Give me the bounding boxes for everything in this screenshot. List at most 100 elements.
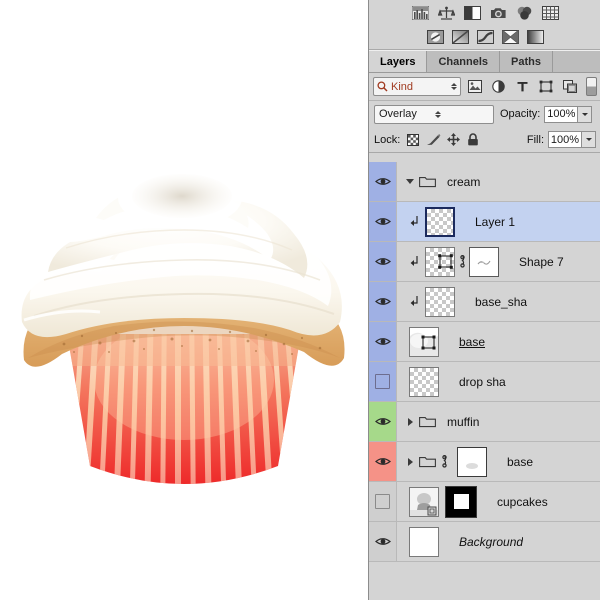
blend-mode-stepper[interactable] <box>435 111 489 118</box>
lock-position-icon[interactable] <box>444 132 462 148</box>
visibility-toggle-cupcakes[interactable] <box>369 482 397 521</box>
tab-channels[interactable]: Channels <box>427 51 500 72</box>
camera-snapshot-icon[interactable] <box>490 6 507 20</box>
layer-body-background[interactable]: Background <box>397 522 600 561</box>
fill-dropdown-arrow[interactable] <box>582 131 596 148</box>
layer-body-base-sha[interactable]: base_sha <box>397 282 600 321</box>
layer-thumbnail-cupcakes[interactable] <box>409 487 439 517</box>
lock-transparent-pixels-icon[interactable] <box>404 132 422 148</box>
grid-table-icon[interactable] <box>542 6 559 20</box>
layer-thumbnail-base-sha[interactable] <box>425 287 455 317</box>
blend-mode-select[interactable]: Overlay <box>374 105 494 124</box>
layer-mask-thumbnail-base-group[interactable] <box>457 447 487 477</box>
tab-paths[interactable]: Paths <box>500 51 553 72</box>
gradient-diagonal-icon[interactable] <box>452 30 469 44</box>
cupcake-illustration <box>4 130 364 490</box>
type-layer-icon[interactable] <box>512 77 532 97</box>
disclosure-triangle-cream[interactable] <box>403 179 417 184</box>
visibility-toggle-shape-7[interactable] <box>369 242 397 281</box>
layer-name-muffin[interactable]: muffin <box>447 415 479 429</box>
visibility-toggle-base-group[interactable] <box>369 442 397 481</box>
layer-body-drop-sha[interactable]: drop sha <box>397 362 600 401</box>
lock-label: Lock: <box>374 134 400 146</box>
layer-name-base-shape[interactable]: base <box>459 335 485 349</box>
eye-icon <box>375 336 391 347</box>
layer-thumbnail-shape-7[interactable] <box>425 247 455 277</box>
visibility-toggle-muffin[interactable] <box>369 402 397 441</box>
opacity-value[interactable]: 100% <box>544 106 578 123</box>
layer-thumbnail-background[interactable] <box>409 527 439 557</box>
layer-body-base-shape[interactable]: base <box>397 322 600 361</box>
disclosure-triangle-muffin[interactable] <box>403 418 417 426</box>
layer-name-cupcakes[interactable]: cupcakes <box>497 495 548 509</box>
layer-name-shape-7[interactable]: Shape 7 <box>519 255 564 269</box>
lock-all-icon[interactable] <box>464 132 482 148</box>
visibility-toggle-base-sha[interactable] <box>369 282 397 321</box>
layer-name-layer-1[interactable]: Layer 1 <box>475 215 515 229</box>
layer-mask-thumbnail-cupcakes[interactable] <box>445 486 477 518</box>
pixel-layer-icon[interactable] <box>465 77 485 97</box>
layer-body-shape-7[interactable]: Shape 7 <box>397 242 600 281</box>
layer-row-muffin[interactable]: muffin <box>369 402 600 442</box>
gradient-invert-icon[interactable] <box>427 30 444 44</box>
opacity-dropdown-arrow[interactable] <box>578 106 592 123</box>
layer-body-base-group[interactable]: base <box>397 442 600 481</box>
layer-thumbnail-drop-sha[interactable] <box>409 367 439 397</box>
vector-mask-preview <box>474 255 494 269</box>
eye-icon <box>375 296 391 307</box>
layer-row-drop-sha[interactable]: drop sha <box>369 362 600 402</box>
gradient-fade-icon[interactable] <box>527 30 544 44</box>
layer-row-shape-7[interactable]: Shape 7 <box>369 242 600 282</box>
layer-thumbnail-base-shape[interactable] <box>409 327 439 357</box>
layer-name-base-sha[interactable]: base_sha <box>475 295 527 309</box>
half-tone-icon[interactable] <box>464 6 481 20</box>
filter-kind-select[interactable]: Kind <box>373 77 461 96</box>
layer-name-base-group[interactable]: base <box>507 455 533 469</box>
visibility-toggle-base-shape[interactable] <box>369 322 397 361</box>
levels-balance-icon[interactable] <box>438 6 455 20</box>
blend-mode-row: Overlay Opacity: 100% <box>369 101 600 127</box>
eye-icon <box>375 456 391 467</box>
visibility-toggle-drop-sha[interactable] <box>369 362 397 401</box>
vector-shape-icon <box>437 253 454 270</box>
shape-layer-icon[interactable] <box>536 77 556 97</box>
layer-body-cupcakes[interactable]: cupcakes <box>397 482 600 521</box>
visibility-toggle-cream[interactable] <box>369 162 397 201</box>
visibility-toggle-layer-1[interactable] <box>369 202 397 241</box>
vector-mask-thumbnail-shape-7[interactable] <box>469 247 499 277</box>
kind-stepper[interactable] <box>451 83 457 90</box>
link-icon[interactable] <box>437 455 451 468</box>
tab-layers[interactable]: Layers <box>369 51 427 72</box>
smart-object-icon[interactable] <box>560 77 580 97</box>
layer-row-background[interactable]: Background <box>369 522 600 562</box>
layer-thumbnail-layer-1[interactable] <box>425 207 455 237</box>
layer-row-base-sha[interactable]: base_sha <box>369 282 600 322</box>
document-canvas[interactable] <box>0 0 368 600</box>
clipping-mask-indicator <box>403 256 425 267</box>
layer-name-cream[interactable]: cream <box>447 175 480 189</box>
fill-label: Fill: <box>527 134 544 146</box>
layer-name-background[interactable]: Background <box>459 535 523 549</box>
cupcake-wrapper <box>67 320 304 490</box>
layer-body-muffin[interactable]: muffin <box>397 402 600 441</box>
layer-row-base-group[interactable]: base <box>369 442 600 482</box>
layer-row-cupcakes[interactable]: cupcakes <box>369 482 600 522</box>
link-icon[interactable] <box>455 255 469 268</box>
layer-row-cream[interactable]: cream <box>369 162 600 202</box>
blend-mode-value: Overlay <box>379 108 433 120</box>
histogram-icon[interactable] <box>412 6 429 20</box>
visibility-toggle-background[interactable] <box>369 522 397 561</box>
layer-body-cream[interactable]: cream <box>397 162 600 201</box>
layer-row-base-shape[interactable]: base <box>369 322 600 362</box>
layer-name-drop-sha[interactable]: drop sha <box>459 375 506 389</box>
layer-body-layer-1[interactable]: Layer 1 <box>397 202 600 241</box>
fill-value[interactable]: 100% <box>548 131 582 148</box>
gradient-curve-icon[interactable] <box>477 30 494 44</box>
color-circles-icon[interactable] <box>516 6 533 20</box>
lock-image-pixels-icon[interactable] <box>424 132 442 148</box>
layer-row-layer-1[interactable]: Layer 1 <box>369 202 600 242</box>
adjustment-layer-icon[interactable] <box>488 77 508 97</box>
gradient-x-icon[interactable] <box>502 30 519 44</box>
disclosure-triangle-base-group[interactable] <box>403 458 417 466</box>
filter-toggle-switch[interactable] <box>586 77 597 96</box>
